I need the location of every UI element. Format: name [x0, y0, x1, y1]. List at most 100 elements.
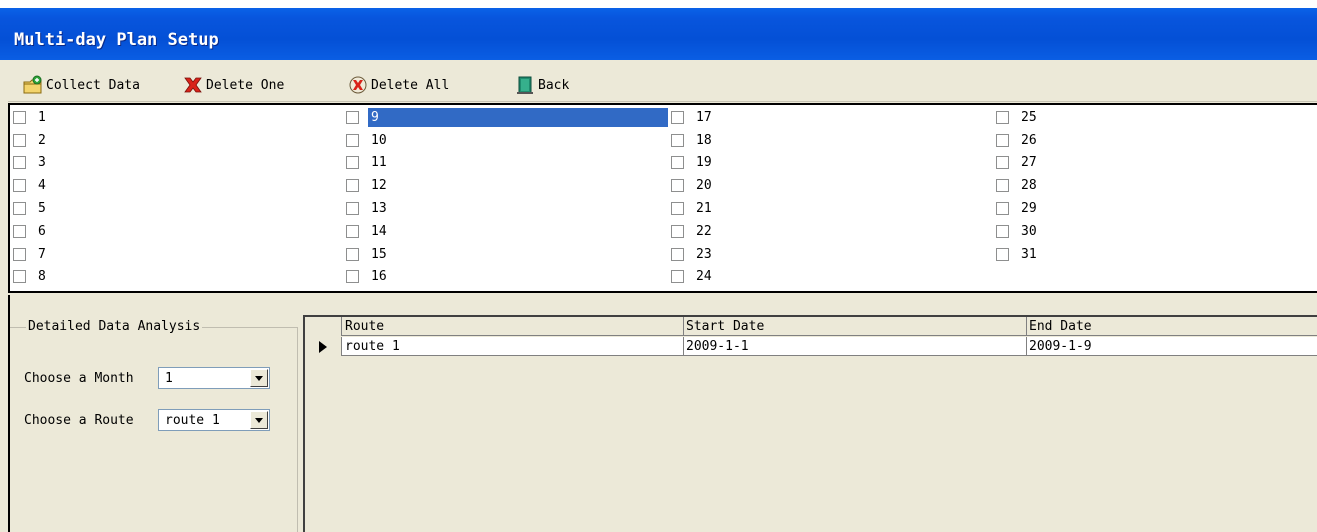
- day-item[interactable]: 17: [668, 106, 993, 129]
- column-header-route[interactable]: Route: [343, 317, 684, 336]
- day-item[interactable]: 7: [10, 243, 335, 266]
- day-checkbox[interactable]: [671, 110, 684, 124]
- day-checkbox[interactable]: [13, 156, 26, 170]
- day-item[interactable]: 3: [10, 152, 335, 175]
- day-item[interactable]: 20: [668, 174, 993, 197]
- delete-all-button[interactable]: Delete All: [347, 73, 449, 97]
- route-select[interactable]: route 1: [158, 409, 270, 431]
- day-item[interactable]: 6: [10, 220, 335, 243]
- day-item[interactable]: 14: [343, 220, 668, 243]
- cell-start-date[interactable]: 2009-1-1: [684, 337, 1027, 356]
- day-label: 26: [1021, 132, 1037, 148]
- day-checkbox[interactable]: [13, 202, 26, 216]
- day-item[interactable]: 13: [343, 197, 668, 220]
- day-label: 31: [1021, 246, 1037, 262]
- day-checkbox[interactable]: [671, 224, 684, 238]
- plan-grid[interactable]: Route Start Date End Date route 1 2009-1…: [303, 315, 1317, 532]
- day-checkbox[interactable]: [346, 224, 359, 238]
- day-label: 17: [696, 109, 712, 125]
- day-checkbox[interactable]: [996, 133, 1009, 147]
- day-checkbox[interactable]: [671, 156, 684, 170]
- day-checkbox[interactable]: [13, 133, 26, 147]
- day-item[interactable]: 9: [343, 106, 668, 129]
- table-row[interactable]: route 1 2009-1-1 2009-1-9: [305, 337, 1317, 356]
- day-checkbox[interactable]: [346, 110, 359, 124]
- day-checkbox[interactable]: [13, 110, 26, 124]
- day-checkbox[interactable]: [996, 110, 1009, 124]
- day-checkbox[interactable]: [996, 179, 1009, 193]
- day-label-selected: 9: [368, 107, 668, 127]
- day-checkbox[interactable]: [671, 202, 684, 216]
- day-item[interactable]: 26: [993, 129, 1317, 152]
- collect-data-button[interactable]: Collect Data: [22, 73, 140, 97]
- day-checkbox[interactable]: [346, 202, 359, 216]
- delete-one-label: Delete One: [206, 77, 285, 93]
- day-label: 5: [38, 201, 46, 217]
- day-item[interactable]: 2: [10, 129, 335, 152]
- day-item[interactable]: 5: [10, 197, 335, 220]
- day-item[interactable]: 27: [993, 152, 1317, 175]
- day-item[interactable]: 28: [993, 174, 1317, 197]
- day-label: 22: [696, 223, 712, 239]
- day-checkbox[interactable]: [996, 156, 1009, 170]
- day-item[interactable]: 4: [10, 174, 335, 197]
- day-checkbox[interactable]: [346, 247, 359, 261]
- day-label: 18: [696, 132, 712, 148]
- toolbar: Collect Data Delete One Delete All Back: [8, 66, 1317, 102]
- day-checkbox[interactable]: [996, 224, 1009, 238]
- day-item[interactable]: 23: [668, 243, 993, 266]
- delete-one-button[interactable]: Delete One: [182, 73, 284, 97]
- day-item[interactable]: 21: [668, 197, 993, 220]
- cell-end-date[interactable]: 2009-1-9: [1027, 337, 1317, 356]
- day-item[interactable]: 22: [668, 220, 993, 243]
- day-checkbox[interactable]: [13, 247, 26, 261]
- day-item[interactable]: 10: [343, 129, 668, 152]
- day-label: 15: [371, 246, 387, 262]
- day-checkbox[interactable]: [13, 270, 26, 284]
- day-item[interactable]: 19: [668, 152, 993, 175]
- day-label: 1: [38, 109, 46, 125]
- collect-data-icon: [23, 75, 42, 94]
- day-checklist: 1 2 3 4 5 6 7 8 9 10 11 12 13 14 15 16 1…: [8, 103, 1317, 293]
- day-checkbox[interactable]: [346, 270, 359, 284]
- day-item[interactable]: 11: [343, 152, 668, 175]
- day-item[interactable]: 31: [993, 243, 1317, 266]
- route-label: Choose a Route: [24, 412, 134, 428]
- chevron-down-icon[interactable]: [250, 411, 268, 429]
- day-checkbox[interactable]: [671, 270, 684, 284]
- day-item[interactable]: 18: [668, 129, 993, 152]
- day-label: 4: [38, 178, 46, 194]
- day-label: 11: [371, 155, 387, 171]
- day-checkbox[interactable]: [671, 247, 684, 261]
- back-button[interactable]: Back: [514, 73, 569, 97]
- current-row-arrow-icon: [319, 341, 327, 353]
- day-item[interactable]: 16: [343, 266, 668, 289]
- title-bar[interactable]: Multi-day Plan Setup: [0, 0, 1317, 60]
- day-checkbox[interactable]: [346, 179, 359, 193]
- back-label: Back: [538, 77, 570, 93]
- day-checkbox[interactable]: [346, 156, 359, 170]
- day-item[interactable]: 25: [993, 106, 1317, 129]
- day-label: 2: [38, 132, 46, 148]
- day-label: 25: [1021, 109, 1037, 125]
- day-checkbox[interactable]: [671, 179, 684, 193]
- day-item[interactable]: 29: [993, 197, 1317, 220]
- column-header-start-date[interactable]: Start Date: [684, 317, 1027, 336]
- day-item[interactable]: 24: [668, 266, 993, 289]
- day-checkbox[interactable]: [13, 179, 26, 193]
- day-checkbox[interactable]: [996, 202, 1009, 216]
- cell-route[interactable]: route 1: [343, 337, 684, 356]
- chevron-down-icon[interactable]: [250, 369, 268, 387]
- day-item[interactable]: 30: [993, 220, 1317, 243]
- day-checkbox[interactable]: [671, 133, 684, 147]
- day-item[interactable]: 12: [343, 174, 668, 197]
- day-checkbox[interactable]: [996, 247, 1009, 261]
- day-item[interactable]: 8: [10, 266, 335, 289]
- day-item[interactable]: 1: [10, 106, 335, 129]
- month-select[interactable]: 1: [158, 367, 270, 389]
- day-column-4: 25 26 27 28 29 30 31: [993, 106, 1317, 266]
- column-header-end-date[interactable]: End Date: [1027, 317, 1317, 336]
- day-item[interactable]: 15: [343, 243, 668, 266]
- day-checkbox[interactable]: [13, 224, 26, 238]
- day-checkbox[interactable]: [346, 133, 359, 147]
